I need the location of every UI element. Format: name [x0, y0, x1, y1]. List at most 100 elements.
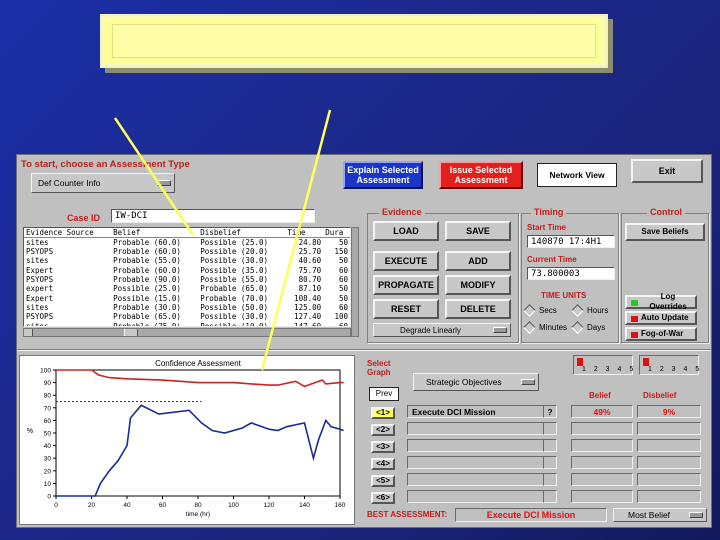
- vertical-scrollbar[interactable]: [351, 227, 359, 337]
- x-axis-label: time (hr): [186, 511, 210, 518]
- disbelief-value-field: [637, 439, 701, 452]
- table-cell: sites: [26, 256, 49, 266]
- graph-slot-3[interactable]: <3>: [371, 441, 395, 453]
- table-cell: 127.40: [294, 312, 322, 322]
- table-cell: 24.80: [298, 238, 322, 247]
- table-cell: 50: [338, 238, 348, 247]
- app-window: To start, choose an Assessment Type Def …: [16, 154, 712, 528]
- radio-hours-label: Hours: [587, 306, 609, 315]
- graph-slot-4[interactable]: <4>: [371, 458, 395, 470]
- save-beliefs-button[interactable]: Save Beliefs: [625, 223, 705, 241]
- horizontal-scrollbar[interactable]: [23, 328, 351, 337]
- table-cell: 50: [338, 256, 348, 266]
- save-button[interactable]: SAVE: [445, 221, 511, 241]
- table-cell: Probable (30.0): [113, 302, 181, 312]
- table-cell: 60: [338, 321, 348, 327]
- y-axis-label: %: [27, 428, 33, 435]
- graph-slot-2[interactable]: <2>: [371, 424, 395, 436]
- time-units-label: TIME UNITS: [541, 291, 587, 300]
- table-cell: 147.60: [294, 321, 322, 327]
- table-cell: Expert: [26, 265, 54, 275]
- exit-button[interactable]: Exit: [631, 159, 703, 183]
- table-row[interactable]: Expert Possible (15.0) Probable (70.0) 108.…: [24, 293, 350, 303]
- table-row[interactable]: PSYOPS Probable (65.0) Possible (30.0) 127.…: [24, 312, 350, 321]
- disbelief-scale-ticks: 1 2 3 4 5: [648, 366, 703, 373]
- execute-button[interactable]: EXECUTE: [373, 251, 439, 271]
- table-row[interactable]: sites Probable (75.0) Possible (10.0) 147.6…: [24, 321, 350, 327]
- table-cell: 87.10: [298, 284, 322, 294]
- x-tick-label: 100: [228, 502, 239, 509]
- network-view-button[interactable]: Network View: [537, 163, 617, 187]
- table-cell: Expert: [26, 293, 54, 303]
- log-overrides-toggle[interactable]: Log Overrides: [625, 292, 697, 311]
- table-row[interactable]: Expert Probable (60.0) Possible (35.0) 75.7…: [24, 266, 350, 275]
- table-cell: Probable (70.0): [200, 293, 269, 303]
- table-cell: PSYOPS: [26, 275, 54, 285]
- title-banner: [100, 14, 608, 68]
- disbelief-value-field: 9%: [637, 405, 701, 418]
- y-tick-label: 40: [44, 443, 52, 450]
- propagate-button[interactable]: PROPAGATE: [373, 275, 439, 295]
- table-row[interactable]: PSYOPS Probable (60.0) Possible (20.0) 25.7…: [24, 247, 350, 256]
- series-line-2: [56, 404, 344, 497]
- modify-button[interactable]: MODIFY: [445, 275, 511, 295]
- reset-button[interactable]: RESET: [373, 299, 439, 319]
- mission-mark-field: [543, 456, 557, 469]
- case-id-field[interactable]: IW-DCI: [111, 209, 315, 223]
- table-cell: 100: [334, 312, 348, 322]
- table-cell: Possible (35.0): [200, 265, 269, 275]
- evidence-table: Evidence Source Belief Disbelief Time Du…: [24, 228, 350, 327]
- explain-assessment-button[interactable]: Explain Selected Assessment: [343, 161, 423, 189]
- delete-button[interactable]: DELETE: [445, 299, 511, 319]
- x-tick-label: 160: [335, 502, 346, 509]
- mission-mark-field: [543, 473, 557, 486]
- mission-mark-field: [543, 490, 557, 503]
- best-assessment-value: Execute DCI Mission: [455, 508, 607, 522]
- start-time-field[interactable]: 140870 17:4H1: [527, 235, 615, 248]
- current-time-field[interactable]: 73.800003: [527, 267, 615, 280]
- auto-update-label: Auto Update: [641, 313, 689, 322]
- fog-of-war-toggle[interactable]: Fog-of-War: [625, 327, 697, 341]
- best-assessment-label: BEST ASSESSMENT:: [367, 510, 448, 519]
- current-time-label: Current Time: [527, 255, 577, 264]
- degrade-dropdown[interactable]: Degrade Linearly: [373, 323, 511, 337]
- graph-slot-6[interactable]: <6>: [371, 492, 395, 504]
- belief-value-field: [571, 490, 633, 503]
- y-tick-label: 80: [44, 393, 52, 400]
- table-row[interactable]: sites Probable (60.0) Possible (25.0) 24.80…: [24, 238, 350, 247]
- table-cell: Probable (60.0): [113, 265, 181, 275]
- assessment-type-dropdown[interactable]: Def Counter Info: [31, 173, 175, 193]
- objectives-dropdown[interactable]: Strategic Objectives: [413, 373, 539, 391]
- radio-days-label: Days: [587, 323, 606, 332]
- scroll-thumb[interactable]: [124, 329, 138, 336]
- table-row[interactable]: expert Possible (25.0) Probable (65.0) 87.1…: [24, 284, 350, 293]
- scroll-left-icon[interactable]: [24, 329, 33, 336]
- table-cell: Possible (50.0): [200, 302, 269, 312]
- load-button[interactable]: LOAD: [373, 221, 439, 241]
- start-time-label: Start Time: [527, 223, 566, 232]
- graph-slot-5[interactable]: <5>: [371, 475, 395, 487]
- table-cell: Possible (30.0): [200, 312, 269, 322]
- assessment-mode-value: Most Belief: [628, 510, 671, 520]
- evidence-list[interactable]: Evidence Source Belief Disbelief Time Du…: [23, 227, 351, 327]
- y-tick-label: 100: [40, 368, 51, 375]
- belief-scale-ticks: 1 2 3 4 5: [582, 366, 637, 373]
- prev-button[interactable]: Prev: [369, 387, 399, 401]
- mission-name-field: [407, 439, 547, 452]
- table-row[interactable]: PSYOPS Probable (90.0) Possible (55.0) 80.7…: [24, 275, 350, 284]
- title-banner-inner: [112, 24, 596, 58]
- table-row[interactable]: sites Probable (55.0) Possible (30.0) 40.60…: [24, 256, 350, 265]
- add-button[interactable]: ADD: [445, 251, 511, 271]
- table-cell: 75.70: [298, 265, 322, 275]
- auto-update-toggle[interactable]: Auto Update: [625, 311, 697, 325]
- table-cell: Probable (65.0): [113, 312, 181, 322]
- table-cell: 125.00: [294, 302, 322, 312]
- assessment-type-value: Def Counter Info: [38, 178, 101, 188]
- table-cell: Possible (30.0): [200, 256, 269, 266]
- graph-slot-1[interactable]: <1>: [371, 407, 395, 419]
- table-row[interactable]: sites Probable (30.0) Possible (50.0) 125.0…: [24, 303, 350, 312]
- column-header: Evidence Source: [24, 228, 112, 238]
- disbelief-value-field: [637, 422, 701, 435]
- issue-assessment-button[interactable]: Issue Selected Assessment: [439, 161, 523, 189]
- assessment-mode-dropdown[interactable]: Most Belief: [613, 508, 707, 522]
